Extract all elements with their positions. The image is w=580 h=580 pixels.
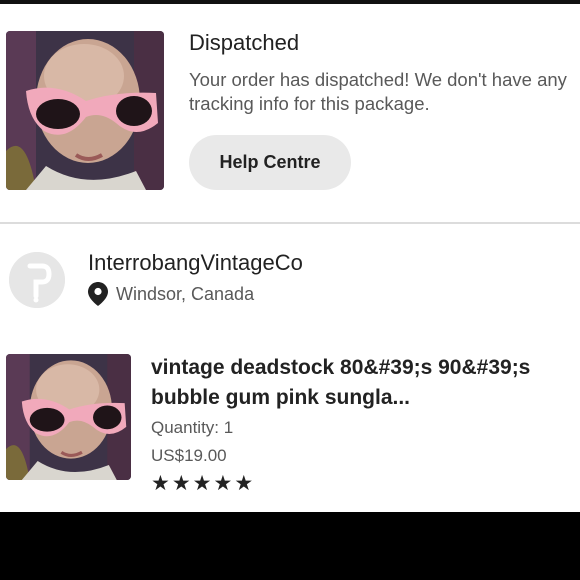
shipping-status-message: Your order has dispatched! We don't have… (189, 69, 567, 114)
mannequin-photo-icon (6, 354, 131, 480)
star-icon: ★ (213, 472, 233, 495)
help-centre-button[interactable]: Help Centre (189, 135, 351, 190)
shop-location: Windsor, Canada (88, 282, 254, 306)
star-icon: ★ (234, 472, 254, 495)
order-item-thumbnail[interactable] (6, 31, 164, 190)
order-status-screen: Dispatched Your order has dispatched! We… (0, 0, 580, 512)
section-divider (0, 222, 580, 224)
item-title[interactable]: vintage deadstock 80&#39;s 90&#39;s bubb… (151, 353, 576, 413)
shipping-status-title: Dispatched (189, 30, 300, 55)
star-icon: ★ (171, 472, 191, 495)
shop-avatar[interactable] (9, 252, 65, 308)
item-price: US$19.00 (151, 446, 227, 465)
star-icon: ★ (192, 472, 212, 495)
mannequin-photo-icon (6, 31, 164, 190)
star-icon: ★ (151, 472, 170, 495)
top-edge-bar (0, 0, 580, 4)
shop-name[interactable]: InterrobangVintageCo (88, 250, 303, 276)
item-rating-stars[interactable]: ★ ★ ★ ★ ★ (151, 472, 253, 496)
purchased-item-thumbnail[interactable] (6, 354, 131, 480)
item-quantity: Quantity: 1 (151, 418, 234, 437)
shop-avatar-icon (9, 252, 65, 308)
shop-location-text: Windsor, Canada (116, 283, 255, 304)
map-pin-icon (88, 282, 108, 306)
